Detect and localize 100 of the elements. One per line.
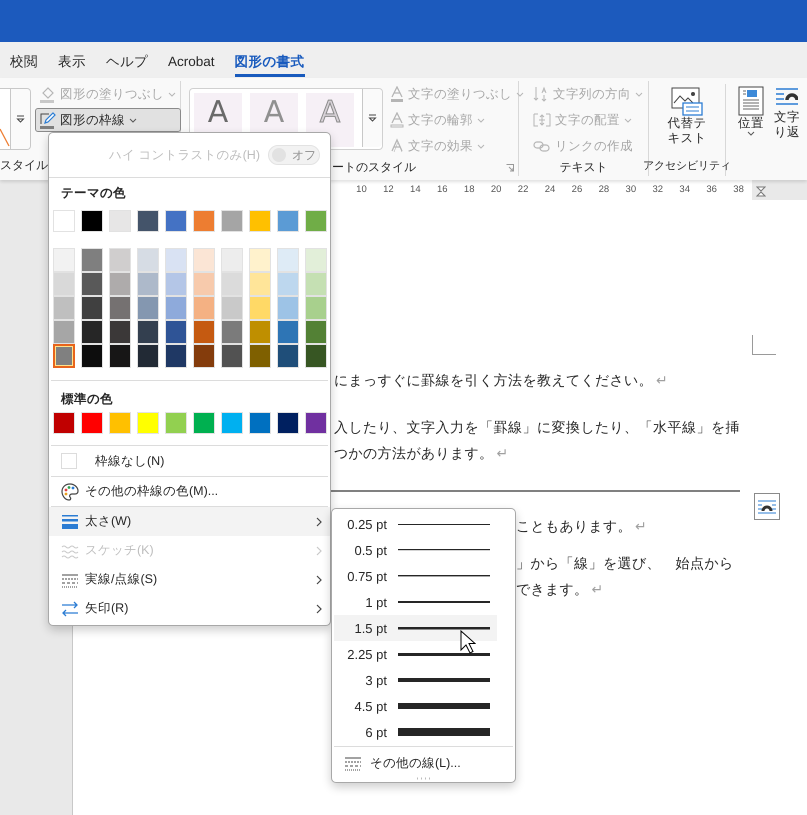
- menu-item[interactable]: 1.5 pt: [334, 615, 497, 641]
- line-sample-icon: [398, 728, 490, 736]
- ruler-number: 38: [732, 183, 745, 197]
- paragraph-mark: ↵: [656, 372, 668, 388]
- layout-options-button[interactable]: [754, 493, 780, 520]
- text-fill-icon: [390, 86, 404, 102]
- menu-item[interactable]: その他の枠線の色(M)...: [49, 477, 330, 506]
- menu-item[interactable]: 0.5 pt: [334, 537, 497, 563]
- palette-icon: [61, 482, 79, 500]
- caret-icon: [747, 131, 755, 136]
- paint-bucket-icon: [40, 86, 56, 102]
- line-sample-icon: [398, 678, 490, 682]
- menu-item[interactable]: 0.25 pt: [334, 511, 497, 537]
- menu-item[interactable]: 3 pt: [334, 667, 497, 693]
- body-text: できます。: [516, 581, 588, 597]
- paragraph-mark: ↵: [496, 445, 509, 461]
- body-text: にまっすぐに罫線を引く方法を教えてください。: [334, 372, 653, 388]
- shape-style-gallery[interactable]: [0, 88, 31, 150]
- line-sample-icon: [398, 549, 490, 551]
- ruler-number: 26: [570, 183, 584, 197]
- arrange-button[interactable]: 文字 り返: [770, 84, 804, 176]
- ribbon-tab[interactable]: Acrobat: [168, 50, 215, 77]
- menu-item[interactable]: その他の線(L)...: [332, 749, 515, 777]
- ribbon-tab[interactable]: 表示: [58, 50, 86, 77]
- ruler-number: 18: [462, 183, 476, 197]
- text-effects-icon: [390, 138, 404, 154]
- page-picture-icon: [738, 86, 764, 116]
- menu-item[interactable]: 4.5 pt: [334, 693, 497, 719]
- caret-icon: [129, 118, 137, 122]
- line-sample-icon: [398, 601, 490, 603]
- ruler-number: 16: [436, 183, 449, 197]
- caret-icon: [477, 144, 485, 148]
- line-sample-icon: [398, 703, 490, 709]
- caret-icon: [477, 118, 485, 122]
- ribbon-tab[interactable]: 校閲: [10, 50, 38, 77]
- ruler-number: 36: [705, 183, 718, 197]
- menu-item[interactable]: 2.25 pt: [334, 641, 497, 667]
- arrange-button[interactable]: 位置: [734, 84, 768, 176]
- group-label: テキスト: [560, 159, 608, 176]
- menu-item[interactable]: 太さ(W): [49, 507, 330, 536]
- line-sample-icon: [398, 626, 490, 630]
- caret-icon: [635, 92, 643, 96]
- gallery-more-button[interactable]: [10, 89, 30, 149]
- body-text: 入したり、文字入力を「罫線」に変換したり、「水平線」を挿: [334, 419, 740, 435]
- indent-marker-icon[interactable]: [756, 186, 766, 198]
- text-direction-icon: [533, 86, 549, 102]
- line-sample-icon: [398, 652, 490, 656]
- chevron-right-icon: [316, 516, 322, 526]
- menu-item[interactable]: 0.75 pt: [334, 563, 497, 589]
- pen-icon: [40, 112, 56, 128]
- mouse-pointer-icon: [460, 630, 476, 654]
- line-style-sample-icon: [0, 127, 10, 147]
- group-label: スタイル: [0, 156, 48, 174]
- text-align-icon: [533, 112, 551, 128]
- ruler-number: 34: [678, 183, 691, 197]
- menu-item[interactable]: 枠線なし(N): [49, 446, 330, 476]
- empty-square-icon: [61, 453, 77, 469]
- chevron-right-icon: [316, 546, 322, 556]
- ruler-number: 24: [544, 183, 556, 197]
- link-icon: [533, 139, 551, 153]
- caret-icon: [624, 118, 632, 122]
- menu-item[interactable]: 6 pt: [334, 719, 497, 745]
- line-weight-icon: [61, 512, 79, 530]
- ruler-number: 12: [382, 183, 395, 197]
- paragraph-mark: ↵: [635, 518, 648, 534]
- ruler-number: 22: [516, 183, 530, 197]
- ruler-number: 30: [624, 183, 638, 197]
- line-sample-icon: [398, 575, 490, 577]
- group-label: ートのスタイル: [332, 159, 416, 176]
- paragraph-mark: ↵: [592, 581, 604, 597]
- layout-options-icon: [758, 499, 776, 514]
- dialog-launcher-icon[interactable]: [506, 164, 514, 172]
- more-icon: [368, 114, 377, 122]
- section-title: テーマの色: [60, 185, 127, 202]
- more-icon: [16, 115, 25, 123]
- caret-icon: [516, 92, 524, 96]
- picture-text-icon: [671, 86, 703, 116]
- gallery-more-button[interactable]: [362, 89, 382, 147]
- chevron-right-icon: [316, 604, 322, 614]
- ribbon-tab[interactable]: ヘルプ: [106, 50, 148, 77]
- menu-item[interactable]: 1 pt: [334, 589, 497, 615]
- menu-item[interactable]: 矢印(R): [49, 594, 330, 623]
- ruler-number: 28: [598, 183, 610, 197]
- margin-corner-mark: [752, 335, 776, 355]
- alt-text-button[interactable]: 代替テ キスト: [664, 84, 710, 154]
- chevron-right-icon: [316, 574, 322, 584]
- ruler-number: 32: [651, 183, 664, 197]
- double-arrow-icon: [61, 600, 79, 618]
- ruler-number: 20: [490, 183, 502, 197]
- text-outline-icon: [390, 112, 404, 128]
- group-label: アクセシビリティ: [643, 158, 731, 172]
- shape-outline-button[interactable]: 図形の枠線: [35, 108, 181, 132]
- color-swatch[interactable]: [53, 344, 75, 368]
- ruler-number: 10: [355, 183, 368, 197]
- ruler-number: 14: [409, 183, 422, 197]
- body-text: 」から「線」を選び、 始点から: [516, 555, 734, 571]
- body-text: こともあります。: [516, 518, 632, 534]
- menu-item[interactable]: 実線/点線(S): [49, 565, 330, 594]
- caret-icon: [168, 92, 176, 96]
- body-text: つかの方法があります。: [334, 445, 494, 461]
